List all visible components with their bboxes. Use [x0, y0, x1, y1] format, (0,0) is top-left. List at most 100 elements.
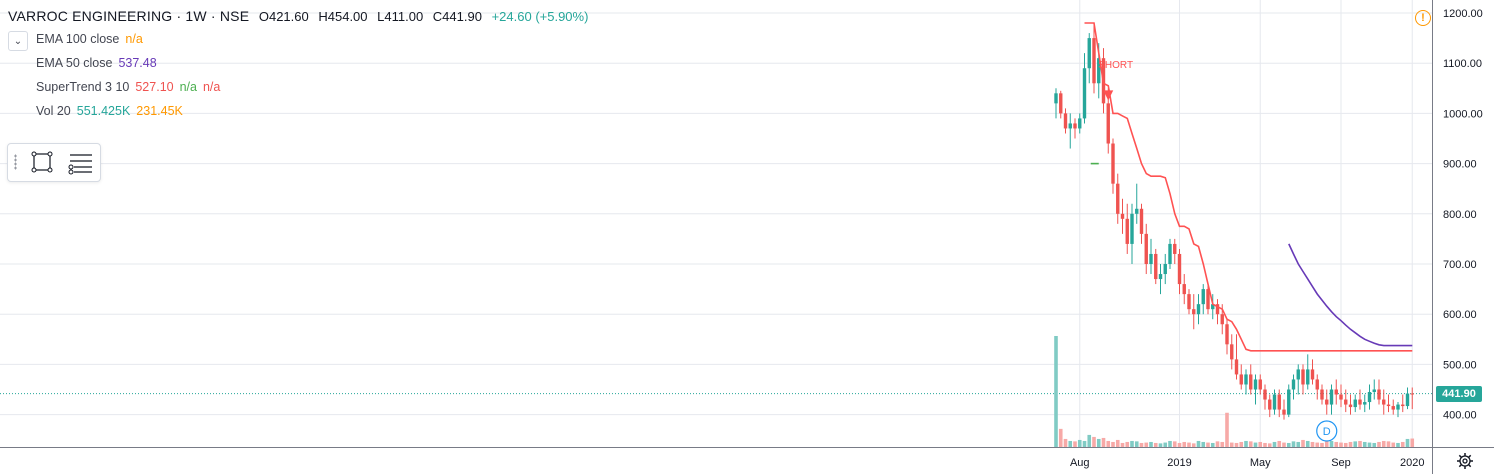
volume-bar: [1068, 440, 1073, 447]
volume-bar: [1400, 441, 1405, 447]
volume-bar: [1310, 441, 1315, 447]
candle-body: [1291, 379, 1296, 390]
settings-lines-button[interactable]: [66, 148, 94, 176]
candle-body: [1111, 143, 1115, 184]
legend-toggle-button[interactable]: ⌄: [8, 31, 28, 51]
candle-body: [1310, 369, 1315, 380]
volume-bar: [1315, 442, 1320, 447]
legend-name: EMA 50 close: [36, 56, 113, 70]
volume-bar: [1282, 442, 1286, 447]
candle-body: [1358, 399, 1362, 405]
candle-body: [1249, 374, 1253, 390]
volume-bar: [1134, 441, 1139, 447]
volume-bar: [1386, 441, 1391, 447]
volume-bar: [1291, 441, 1296, 447]
candle-body: [1139, 208, 1144, 234]
legend-row[interactable]: EMA 100 close n/a: [36, 32, 143, 46]
chart-header: VARROC ENGINEERING · 1W · NSE O421.60 H4…: [8, 8, 588, 24]
legend-row[interactable]: SuperTrend 3 10 527.10 n/a n/a: [36, 80, 220, 94]
candle-body: [1272, 394, 1277, 410]
volume-bar: [1334, 441, 1339, 447]
candle-body: [1054, 93, 1058, 104]
volume-bar: [1054, 336, 1058, 447]
rectangle-tool-button[interactable]: [28, 148, 56, 176]
volume-bar: [1286, 442, 1291, 447]
volume-bar: [1367, 442, 1372, 447]
y-tick-label: 1000.00: [1443, 108, 1483, 120]
volume-bar: [1220, 441, 1225, 447]
x-tick-label: Aug: [1070, 457, 1090, 469]
volume-bar: [1139, 442, 1144, 447]
candle-body: [1192, 309, 1196, 315]
candle-body: [1320, 389, 1324, 400]
volume-bar: [1234, 442, 1239, 447]
y-tick-label: 500.00: [1443, 359, 1477, 371]
candle-body: [1396, 404, 1400, 410]
candle-body: [1277, 394, 1281, 410]
volume-bar: [1272, 441, 1277, 447]
volume-bar: [1087, 434, 1092, 447]
candle-body: [1377, 389, 1381, 400]
volume-bar: [1253, 442, 1258, 447]
volume-bar: [1391, 442, 1396, 447]
candle-body: [1353, 399, 1357, 408]
volume-bar: [1058, 428, 1063, 447]
candle-body: [1116, 183, 1120, 214]
candle-body: [1334, 389, 1338, 395]
chart-canvas[interactable]: SHORT D 1200.00 1100.00 1000.00 900.00 800.00…: [0, 0, 1494, 474]
candle-body: [1144, 233, 1148, 264]
candle-body: [1405, 393, 1410, 407]
drag-handle[interactable]: [14, 154, 17, 170]
candle-body: [1130, 213, 1134, 244]
last-price-label: 441.90: [1436, 386, 1482, 402]
legend-value: n/a: [202, 80, 221, 94]
volume-bar: [1177, 442, 1182, 447]
volume-bar: [1244, 440, 1248, 447]
candle-body: [1263, 389, 1267, 400]
supertrend-line: [1084, 22, 1413, 352]
candle-body: [1149, 253, 1153, 264]
x-tick-label: May: [1250, 457, 1271, 469]
volume-bar: [1063, 438, 1068, 447]
open-value: O421.60: [258, 9, 309, 24]
x-tick-label: 2020: [1400, 457, 1424, 469]
volume-bar: [1158, 443, 1163, 447]
candle-body: [1220, 314, 1224, 325]
rectangle-icon: [31, 151, 53, 173]
legend-row[interactable]: EMA 50 close 537.48: [36, 56, 157, 70]
volume-bar: [1082, 440, 1087, 447]
y-tick-label: 1200.00: [1443, 8, 1483, 20]
drawing-toolbox: [7, 143, 101, 182]
volume-bar: [1258, 441, 1263, 447]
gear-icon[interactable]: [1456, 452, 1474, 470]
dividend-marker-label: D: [1323, 426, 1331, 438]
volume-bar: [1111, 441, 1115, 447]
volume-bar: [1239, 441, 1244, 447]
candle-body: [1282, 409, 1286, 415]
legend-value: 231.45K: [136, 104, 183, 118]
volume-bar: [1182, 441, 1187, 447]
y-tick-label: 700.00: [1443, 259, 1477, 271]
volume-bar: [1187, 442, 1191, 447]
candle-body: [1325, 399, 1329, 405]
ema50-line: [1288, 243, 1413, 347]
legend-row[interactable]: Vol 20 551.425K 231.45K: [36, 104, 183, 118]
volume-bar: [1125, 441, 1130, 447]
candle-body: [1177, 253, 1182, 285]
candle-body: [1344, 399, 1348, 405]
candle-body: [1120, 213, 1125, 219]
candle-body: [1125, 218, 1129, 244]
candle-body: [1182, 284, 1186, 295]
candle-body: [1106, 103, 1110, 144]
candle-body: [1367, 392, 1372, 403]
warning-icon[interactable]: !: [1415, 10, 1431, 26]
volume-bar: [1339, 442, 1343, 447]
volume-bar: [1206, 442, 1210, 447]
volume-bar: [1077, 439, 1082, 447]
volume-bar: [1172, 441, 1177, 447]
candle-body: [1244, 374, 1248, 385]
legend-value: 527.10: [135, 80, 174, 94]
volume-bar: [1362, 441, 1367, 447]
x-tick-label: 2019: [1167, 457, 1191, 469]
candle-body: [1073, 123, 1077, 129]
